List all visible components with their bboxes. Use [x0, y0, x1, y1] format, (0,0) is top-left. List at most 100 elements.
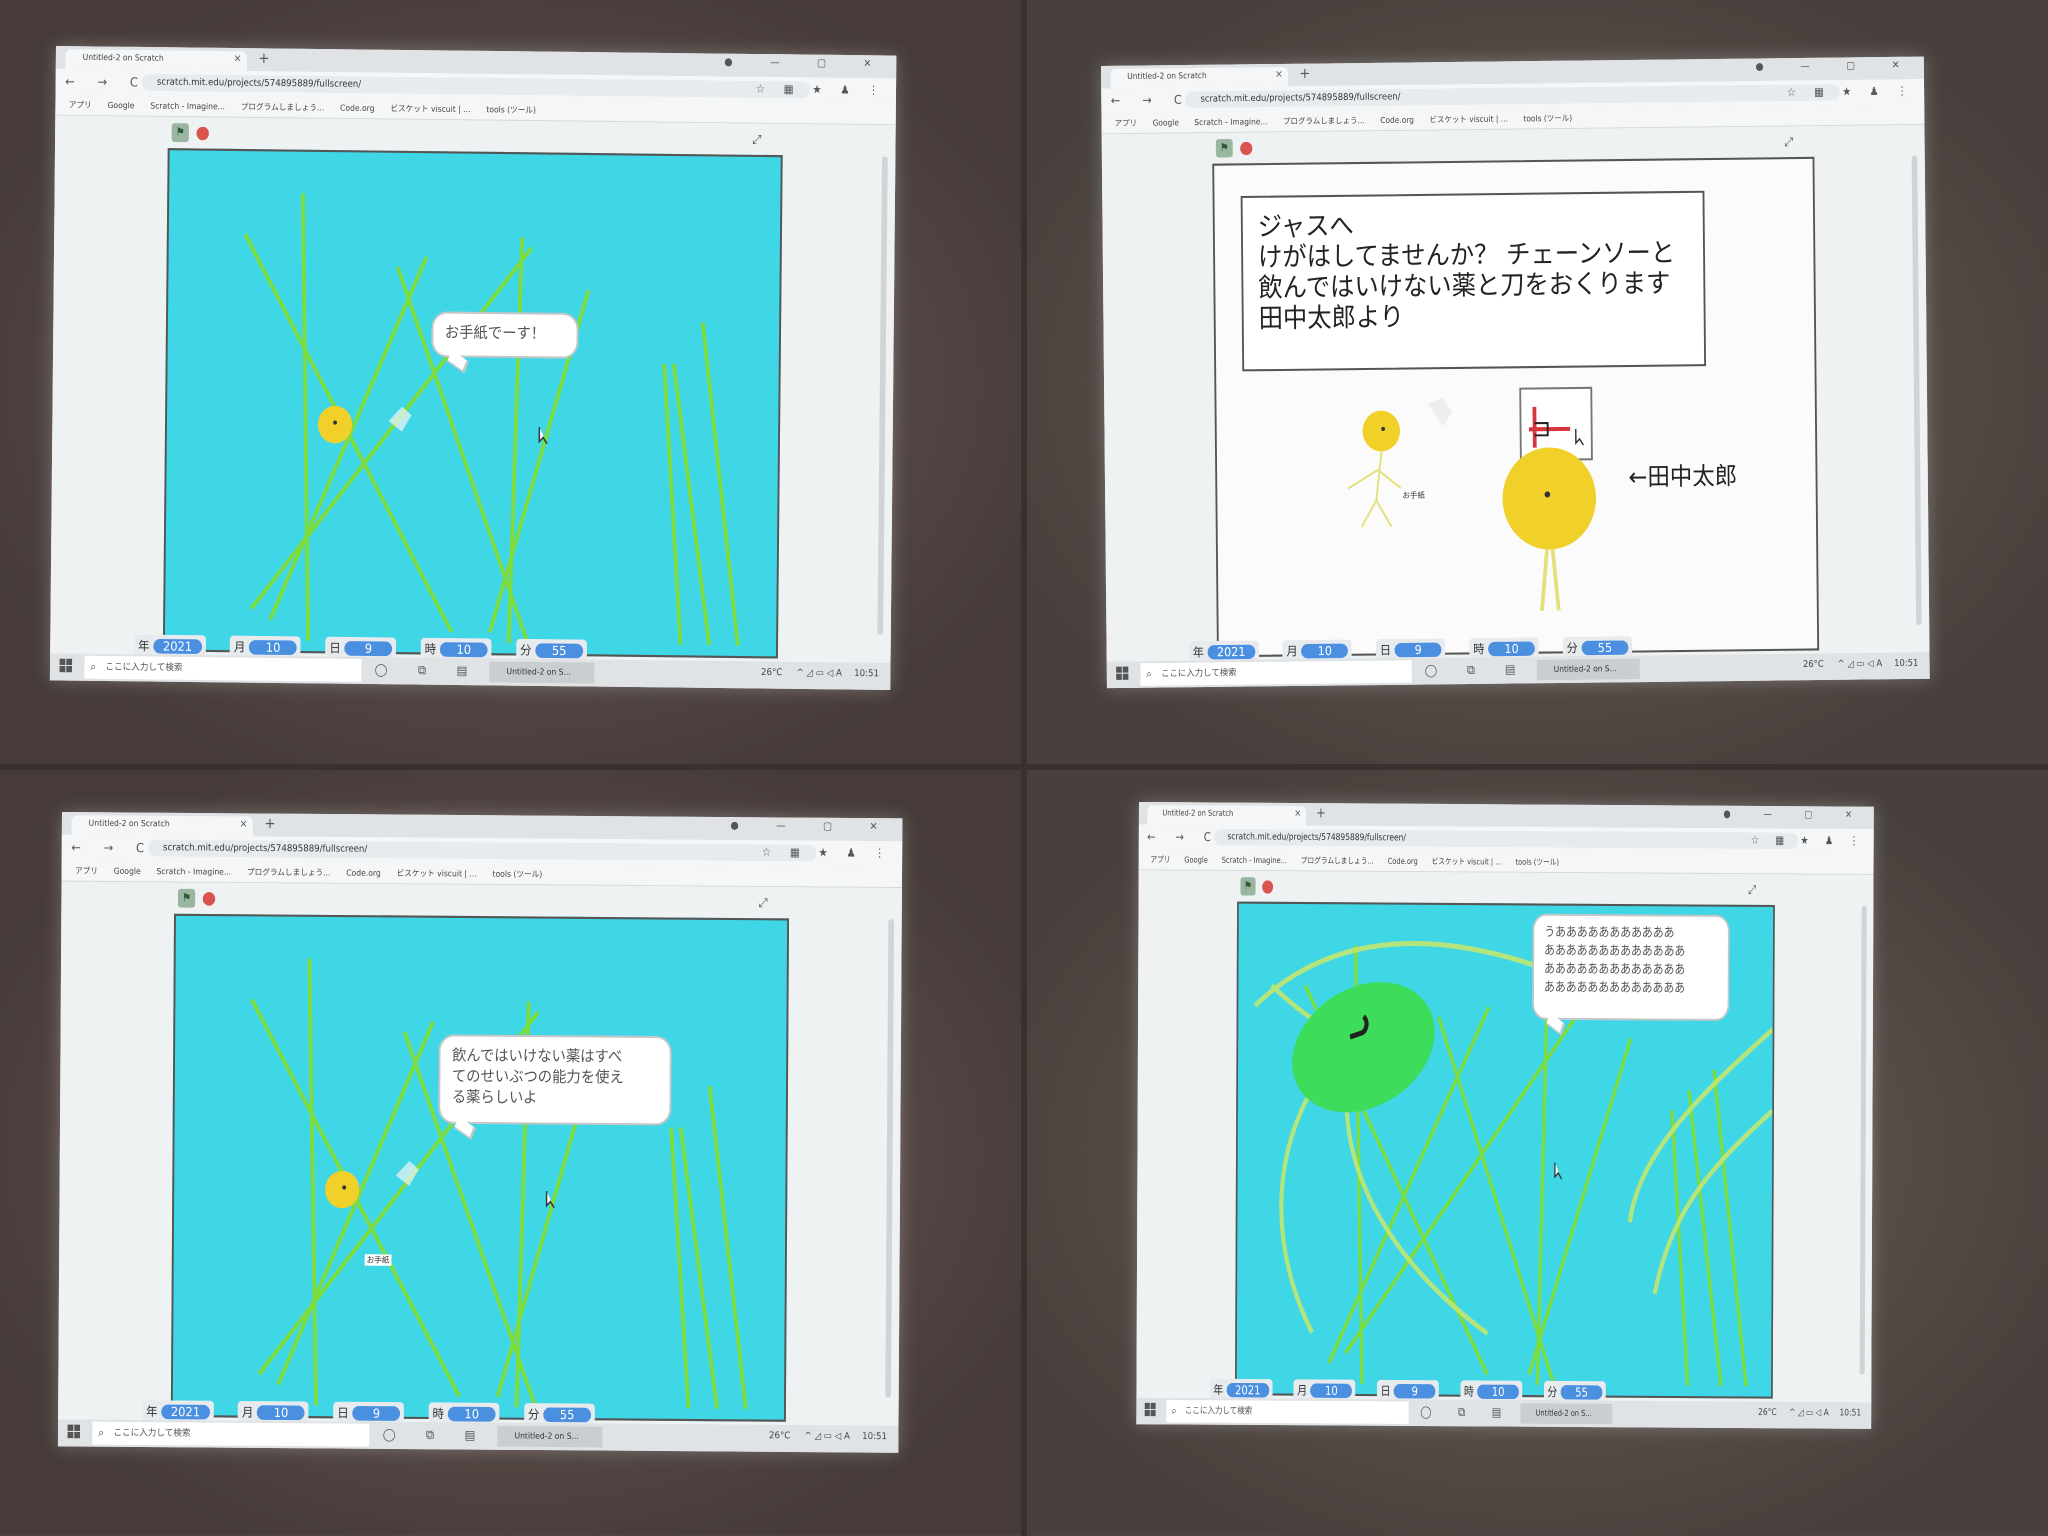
taskbar-chrome-app[interactable]: Untitled-2 on S... — [489, 661, 595, 684]
tray-icons[interactable]: ^ ◿ ▭ ◁ A — [1838, 659, 1883, 670]
bookmark-codeorg[interactable]: Code.org — [346, 868, 381, 878]
bookmark-scratch[interactable]: Scratch - Imagine... — [1222, 856, 1287, 866]
window-controls[interactable]: ● — ▢ ✕ — [730, 820, 894, 833]
green-flag-icon[interactable]: ⚑ — [1240, 877, 1256, 896]
url-field[interactable]: scratch.mit.edu/projects/574895889/fulls… — [147, 839, 817, 862]
browser-tab[interactable]: Untitled-2 on Scratch × — [1110, 66, 1289, 89]
scratch-stage[interactable]: 飲んではいけない薬はすべ てのせいぶつの能力を使え る薬らしいよ お手紙 — [170, 913, 790, 1422]
green-flag-icon[interactable]: ⚑ — [1215, 138, 1233, 158]
extension-icons[interactable]: ☆ ▦ ★ ♟ ⋮ — [1751, 833, 1865, 847]
scrollbar[interactable] — [1859, 905, 1867, 1375]
bookmark-google[interactable]: Google — [1153, 118, 1179, 127]
close-tab-icon[interactable]: × — [233, 53, 241, 65]
bookmark-apps[interactable]: アプリ — [75, 865, 98, 877]
bookmark-tools[interactable]: tools (ツール) — [492, 868, 542, 880]
bookmark-scratch[interactable]: Scratch - Imagine... — [150, 101, 225, 111]
weather-temp[interactable]: 26°C — [761, 668, 782, 679]
clock[interactable]: 10:51 — [854, 669, 879, 680]
taskbar-chrome-app[interactable]: Untitled-2 on S... — [1520, 1403, 1613, 1425]
bookmark-google[interactable]: Google — [1184, 855, 1208, 864]
bookmark-viscuit[interactable]: ビスケット viscuit | ... — [397, 868, 477, 880]
taskbar-search-input[interactable]: ⌕ ここに入力して検索 — [1166, 1399, 1409, 1424]
tray-icons[interactable]: ^ ◿ ▭ ◁ A — [804, 1431, 849, 1442]
fullscreen-icon[interactable]: ⤢ — [1784, 135, 1793, 150]
windows-start-icon[interactable] — [1144, 1402, 1157, 1417]
new-tab-icon[interactable]: + — [1299, 66, 1310, 82]
bookmark-codeorg[interactable]: Code.org — [1388, 857, 1418, 866]
browser-tab[interactable]: Untitled-2 on Scratch × — [65, 49, 247, 72]
taskbar-icons[interactable]: ◯ ⧉ ▤ — [375, 662, 481, 679]
close-tab-icon[interactable]: × — [1294, 808, 1301, 819]
bookmark-tools[interactable]: tools (ツール) — [1515, 856, 1559, 867]
extension-icons[interactable]: ☆ ▦ ★ ♟ ⋮ — [762, 845, 893, 860]
bookmark-google[interactable]: Google — [107, 101, 134, 111]
clock[interactable]: 10:51 — [1839, 1408, 1861, 1418]
new-tab-icon[interactable]: + — [264, 816, 275, 833]
tray-icons[interactable]: ^ ◿ ▭ ◁ A — [1789, 1408, 1829, 1418]
new-tab-icon[interactable]: + — [258, 50, 269, 67]
stop-icon[interactable] — [196, 126, 209, 141]
bookmark-apps[interactable]: アプリ — [69, 99, 92, 111]
bookmark-apps[interactable]: アプリ — [1115, 118, 1138, 129]
browser-tab[interactable]: Untitled-2 on Scratch × — [1147, 805, 1306, 826]
scrollbar[interactable] — [1911, 155, 1922, 625]
clock[interactable]: 10:51 — [1894, 658, 1918, 668]
stop-icon[interactable] — [1262, 880, 1274, 894]
bookmark-programming[interactable]: プログラムしましょう... — [247, 866, 331, 878]
tray-icons[interactable]: ^ ◿ ▭ ◁ A — [796, 668, 841, 679]
bookmark-viscuit[interactable]: ビスケット viscuit | ... — [1432, 856, 1502, 868]
fullscreen-icon[interactable]: ⤢ — [752, 132, 761, 148]
nav-buttons[interactable]: ← → C — [1147, 830, 1219, 845]
url-field[interactable]: scratch.mit.edu/projects/574895889/fulls… — [1185, 84, 1841, 108]
bookmark-codeorg[interactable]: Code.org — [340, 103, 375, 113]
bookmark-tools[interactable]: tools (ツール) — [486, 104, 536, 116]
fullscreen-icon[interactable]: ⤢ — [1748, 882, 1756, 897]
nav-buttons[interactable]: ← → C — [65, 74, 147, 89]
taskbar-search-input[interactable]: ⌕ ここに入力して検索 — [84, 655, 362, 682]
close-tab-icon[interactable]: × — [240, 819, 248, 831]
windows-start-icon[interactable] — [67, 1424, 81, 1440]
taskbar-search-input[interactable]: ⌕ ここに入力して検索 — [92, 1421, 370, 1447]
taskbar-chrome-app[interactable]: Untitled-2 on S... — [497, 1425, 603, 1448]
nav-buttons[interactable]: ← → C — [1111, 93, 1192, 108]
close-tab-icon[interactable]: × — [1275, 69, 1283, 80]
scratch-stage[interactable]: お手紙でーす！ — [162, 148, 783, 659]
taskbar-icons[interactable]: ◯ ⧉ ▤ — [1425, 662, 1529, 678]
scrollbar[interactable] — [877, 156, 888, 635]
scratch-stage[interactable]: ジャスへ けがはしてませんか？ チェーンソーと 飲んではいけない薬と刀をおくりま… — [1212, 156, 1820, 658]
bookmark-programming[interactable]: プログラムしましょう... — [241, 101, 325, 113]
taskbar-search-input[interactable]: ⌕ ここに入力して検索 — [1140, 660, 1412, 686]
bookmark-scratch[interactable]: Scratch - Imagine... — [156, 867, 231, 877]
bookmark-apps[interactable]: アプリ — [1150, 854, 1170, 865]
new-tab-icon[interactable]: + — [1316, 805, 1326, 821]
window-controls[interactable]: ● — ▢ ✕ — [724, 57, 888, 70]
green-flag-icon[interactable]: ⚑ — [171, 123, 189, 143]
bookmark-programming[interactable]: プログラムしましょう... — [1283, 115, 1365, 127]
weather-temp[interactable]: 26°C — [1758, 1408, 1777, 1418]
bookmark-tools[interactable]: tools (ツール) — [1523, 113, 1572, 125]
url-field[interactable]: scratch.mit.edu/projects/574895889/fulls… — [141, 74, 811, 99]
url-field[interactable]: scratch.mit.edu/projects/574895889/fulls… — [1213, 829, 1799, 850]
taskbar-icons[interactable]: ◯ ⧉ ▤ — [1420, 1405, 1513, 1421]
weather-temp[interactable]: 26°C — [1803, 660, 1824, 670]
bookmark-viscuit[interactable]: ビスケット viscuit | ... — [390, 103, 470, 115]
clock[interactable]: 10:51 — [862, 1432, 887, 1443]
extension-icons[interactable]: ☆ ▦ ★ ♟ ⋮ — [756, 82, 887, 97]
green-flag-icon[interactable]: ⚑ — [177, 888, 196, 908]
stop-icon[interactable] — [1240, 141, 1253, 156]
taskbar-icons[interactable]: ◯ ⧉ ▤ — [383, 1427, 489, 1443]
bookmark-scratch[interactable]: Scratch - Imagine... — [1194, 117, 1267, 127]
weather-temp[interactable]: 26°C — [769, 1431, 790, 1442]
windows-start-icon[interactable] — [1116, 666, 1129, 680]
bookmark-viscuit[interactable]: ビスケット viscuit | ... — [1429, 113, 1508, 125]
bookmark-google[interactable]: Google — [114, 866, 141, 876]
scrollbar[interactable] — [885, 919, 895, 1398]
bookmark-programming[interactable]: プログラムしましょう... — [1301, 855, 1374, 867]
stop-icon[interactable] — [202, 892, 216, 906]
window-controls[interactable]: ● — ▢ ✕ — [1755, 60, 1916, 73]
scratch-stage[interactable]: うあああああああああああ あああああああああああああ あああああああああああああ… — [1234, 901, 1775, 1399]
fullscreen-icon[interactable]: ⤢ — [759, 895, 768, 911]
windows-start-icon[interactable] — [59, 658, 74, 674]
taskbar-chrome-app[interactable]: Untitled-2 on S... — [1536, 658, 1640, 681]
browser-tab[interactable]: Untitled-2 on Scratch × — [71, 815, 253, 837]
